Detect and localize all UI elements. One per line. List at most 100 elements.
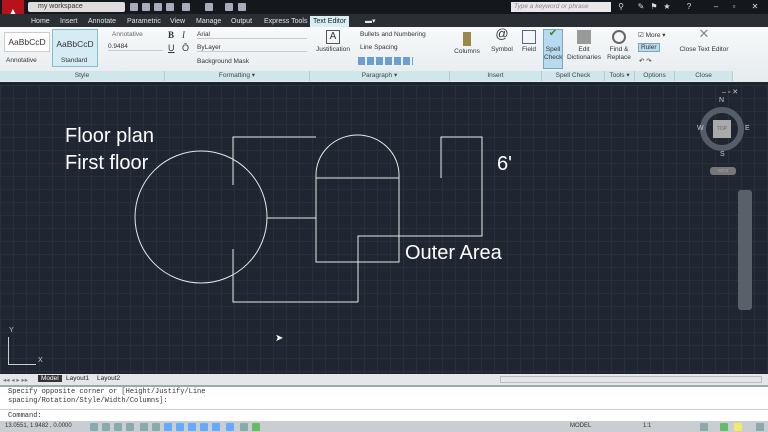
tab-insert[interactable]: Insert xyxy=(57,16,81,27)
save-as-icon[interactable] xyxy=(166,3,174,11)
lock-ui-icon[interactable] xyxy=(720,423,728,431)
help-icon[interactable]: ? xyxy=(680,1,698,12)
field-button[interactable]: Field xyxy=(518,30,540,54)
background-mask-button[interactable]: Background Mask xyxy=(197,58,249,65)
undo-text-icon[interactable]: ↶ ↷ xyxy=(639,57,652,65)
tab-layout1[interactable]: Layout1 xyxy=(66,375,89,382)
more-button[interactable]: ☑ More ▾ xyxy=(638,31,666,39)
annotation-scale[interactable]: 1:1 xyxy=(643,423,651,429)
spell-check-panel-label[interactable]: Spell Check xyxy=(542,71,605,81)
ruler-toggle[interactable]: Ruler xyxy=(638,43,660,52)
dyn-icon[interactable] xyxy=(200,423,208,431)
text-height-input[interactable]: 0.9484 xyxy=(108,43,163,51)
underline-button[interactable]: U xyxy=(168,43,175,53)
tab-output[interactable]: Output xyxy=(228,16,255,27)
osnap-icon[interactable] xyxy=(152,423,160,431)
binoculars-icon[interactable]: ⚲ xyxy=(612,1,630,12)
snap-icon[interactable] xyxy=(102,423,110,431)
annotative-toggle[interactable]: Annotative xyxy=(112,31,143,38)
paragraph-panel-label[interactable]: Paragraph ▾ xyxy=(310,71,450,81)
new-icon[interactable] xyxy=(130,3,138,11)
insert-panel-label: Insert xyxy=(450,71,542,81)
transparency-icon[interactable] xyxy=(226,423,234,431)
columns-button[interactable]: Columns xyxy=(452,32,482,56)
tab-model[interactable]: Model xyxy=(38,375,62,382)
otrack-icon[interactable] xyxy=(176,423,184,431)
search-input[interactable]: Type a keyword or phrase xyxy=(511,2,611,12)
dimension-text[interactable]: 6' xyxy=(497,151,512,177)
grid-icon[interactable] xyxy=(114,423,122,431)
open-icon[interactable] xyxy=(142,3,150,11)
plot-icon[interactable] xyxy=(225,3,233,11)
right-wall xyxy=(399,136,483,237)
selection-cycling-icon[interactable] xyxy=(252,423,260,431)
workspace-dropdown[interactable]: my workspace xyxy=(28,2,125,12)
first-floor-text[interactable]: First floor xyxy=(65,150,148,176)
close-panel-label: Close xyxy=(675,71,733,81)
bullets-button[interactable]: Bullets and Numbering xyxy=(360,31,426,38)
undo-icon[interactable] xyxy=(182,3,190,11)
save-icon[interactable] xyxy=(154,3,162,11)
viewcube-south[interactable]: S xyxy=(720,151,725,158)
font-dropdown[interactable]: Arial xyxy=(197,31,307,39)
drawing-canvas[interactable]: Floor plan First floor 6' Outer Area – ▫… xyxy=(0,85,768,374)
style-annotative-sample[interactable]: AaBbCcD xyxy=(4,32,50,52)
workspace-switch-icon[interactable]: ▬▾ xyxy=(362,16,379,27)
symbol-button[interactable]: @ Symbol xyxy=(487,27,517,54)
3d-osnap-icon[interactable] xyxy=(164,423,172,431)
ortho-icon[interactable] xyxy=(126,423,134,431)
workspace-switching-icon[interactable] xyxy=(700,423,708,431)
tab-annotate[interactable]: Annotate xyxy=(85,16,119,27)
horizontal-scrollbar[interactable] xyxy=(500,376,762,383)
inner-wall xyxy=(357,235,399,302)
close-button[interactable]: ✕ xyxy=(746,1,764,12)
plot-preview-icon[interactable] xyxy=(238,3,246,11)
viewcube-east[interactable]: E xyxy=(745,125,750,132)
viewport-controls[interactable]: – ▫ ✕ xyxy=(722,88,738,96)
alignment-buttons[interactable] xyxy=(358,57,413,65)
navigation-bar[interactable] xyxy=(738,190,752,310)
command-prompt[interactable]: Command: xyxy=(8,412,42,420)
justification-icon: A xyxy=(326,30,340,44)
infer-icon[interactable] xyxy=(90,423,98,431)
tab-manage[interactable]: Manage xyxy=(193,16,224,27)
italic-button[interactable]: I xyxy=(182,30,185,40)
viewcube-north[interactable]: N xyxy=(719,97,724,104)
bold-button[interactable]: B xyxy=(168,30,174,40)
edit-dictionaries-label: Edit Dictionaries xyxy=(567,46,601,61)
outer-area-text[interactable]: Outer Area xyxy=(405,240,502,266)
color-dropdown[interactable]: ByLayer xyxy=(197,44,307,52)
favorites-icon[interactable]: ★ xyxy=(658,1,676,12)
maximize-button[interactable]: ▫ xyxy=(725,1,743,12)
tab-express-tools[interactable]: Express Tools xyxy=(261,16,310,27)
lineweight-icon[interactable] xyxy=(212,423,220,431)
edit-dictionaries-button[interactable]: Edit Dictionaries xyxy=(565,30,603,62)
tab-navigation-icons[interactable]: ◂◂ ◂ ▸ ▸▸ xyxy=(3,376,28,384)
floor-plan-text[interactable]: Floor plan xyxy=(65,123,154,149)
clean-screen-icon[interactable] xyxy=(756,423,764,431)
tab-layout2[interactable]: Layout2 xyxy=(97,375,120,382)
polar-icon[interactable] xyxy=(140,423,148,431)
wcs-menu[interactable]: WCS xyxy=(710,167,736,175)
justification-button[interactable]: A Justification xyxy=(314,30,352,54)
model-space-button[interactable]: MODEL xyxy=(570,423,591,429)
overline-button[interactable]: Ō xyxy=(182,43,189,53)
spell-check-button[interactable]: ✔ Spell Check xyxy=(543,29,563,69)
tab-text-editor[interactable]: Text Editor xyxy=(310,16,350,27)
minimize-button[interactable]: – xyxy=(707,1,725,12)
find-replace-button[interactable]: Find & Replace xyxy=(605,30,633,62)
quick-properties-icon[interactable] xyxy=(240,423,248,431)
tab-parametric[interactable]: Parametric xyxy=(124,16,164,27)
viewcube-west[interactable]: W xyxy=(697,125,704,132)
command-line[interactable]: Specify opposite corner or [Height/Justi… xyxy=(0,385,768,421)
formatting-panel-label[interactable]: Formatting ▾ xyxy=(165,71,310,81)
tab-home[interactable]: Home xyxy=(28,16,53,27)
tools-panel-label[interactable]: Tools ▾ xyxy=(605,71,635,81)
isolate-objects-icon[interactable] xyxy=(734,423,742,431)
ducs-icon[interactable] xyxy=(188,423,196,431)
line-spacing-button[interactable]: Line Spacing xyxy=(360,44,398,51)
tab-view[interactable]: View xyxy=(167,16,188,27)
viewcube-top-face[interactable]: TOP xyxy=(713,120,731,138)
close-text-editor-button[interactable]: ✕ Close Text Editor xyxy=(677,27,731,54)
redo-icon[interactable] xyxy=(205,3,213,11)
